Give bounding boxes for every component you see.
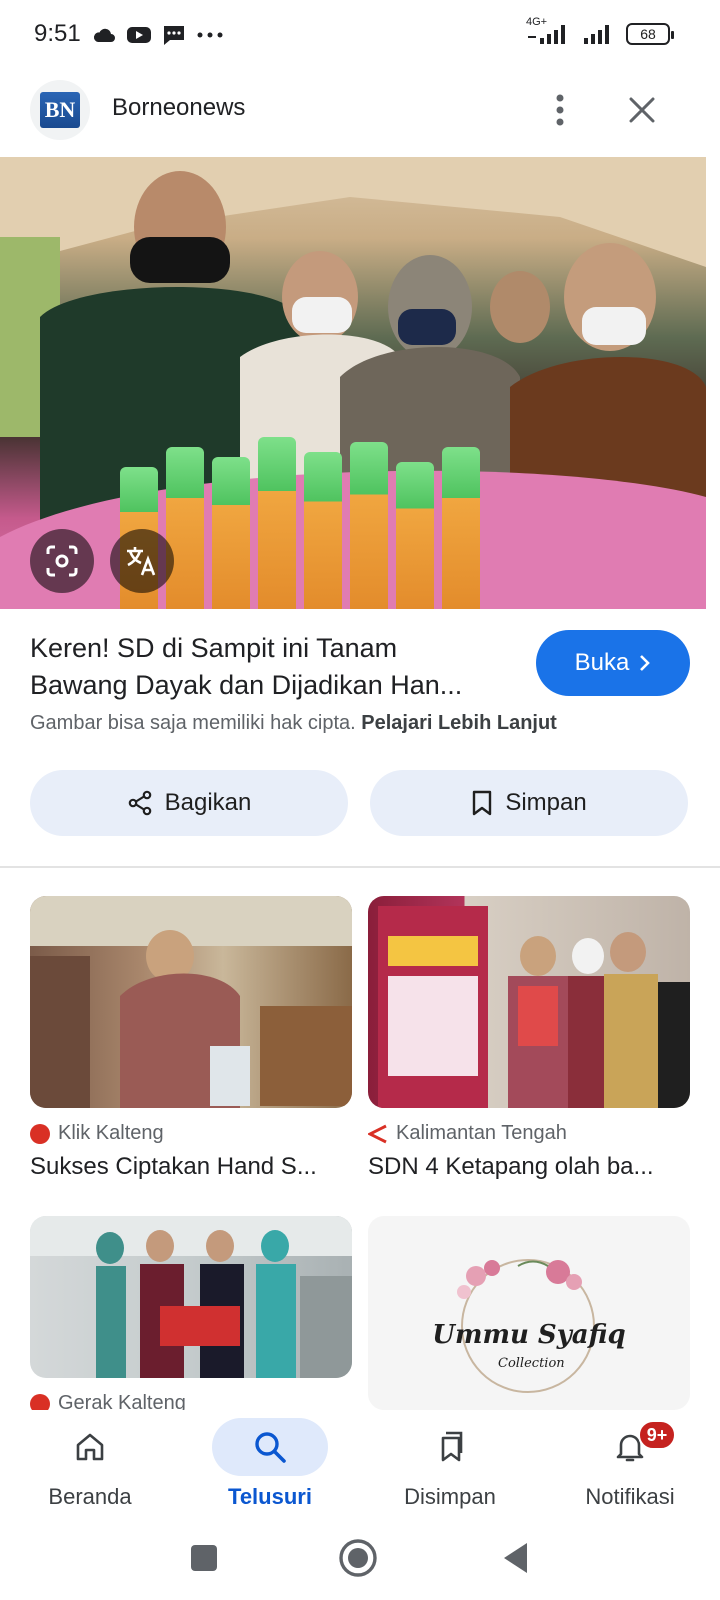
save-button-label: Simpan — [505, 789, 587, 816]
home-system-button[interactable] — [332, 1532, 384, 1584]
bookmarks-icon — [441, 1431, 463, 1462]
save-button[interactable]: Simpan — [370, 770, 688, 836]
bottle — [304, 452, 342, 609]
translate-icon — [127, 547, 156, 576]
nav-label: Notifikasi — [585, 1484, 675, 1509]
card-photo-2 — [378, 906, 690, 1108]
signal-icon — [528, 25, 565, 44]
more-vert-icon — [556, 94, 564, 126]
site-logo[interactable]: BN — [30, 80, 90, 140]
home-icon — [76, 1433, 104, 1461]
related-card[interactable]: Klik Kalteng Sukses Ciptakan Hand S... — [30, 896, 352, 1181]
bottle — [442, 447, 480, 609]
article-title-line-2: Bawang Dayak dan Dijadikan Han... — [30, 670, 463, 700]
status-icons-right: 4G+ 68 — [526, 16, 674, 46]
nav-item-notifications[interactable]: 9+ Notifikasi — [540, 1410, 720, 1520]
circle-home-icon — [339, 1539, 377, 1577]
related-card-source: Klik Kalteng — [30, 1122, 352, 1145]
cell-signal-4g: 4G+ — [526, 16, 572, 46]
bottle — [166, 447, 204, 609]
nav-label: Beranda — [48, 1484, 132, 1509]
related-card[interactable]: Kalimantan Tengah SDN 4 Ketapang olah ba… — [368, 896, 690, 1181]
message-icon — [164, 26, 184, 45]
site-name[interactable]: Borneonews — [112, 94, 245, 122]
card-photo-3 — [30, 1216, 352, 1378]
cloud-icon — [93, 28, 115, 42]
status-icons-left — [92, 24, 224, 46]
status-bar: 9:51 4G+ 68 — [0, 0, 720, 72]
nav-item-saved[interactable]: Disimpan — [360, 1410, 540, 1520]
related-card-title: SDN 4 Ketapang olah ba... — [368, 1153, 654, 1180]
learn-more-link[interactable]: Pelajari Lebih Lanjut — [361, 712, 557, 734]
share-icon — [128, 790, 151, 816]
nav-label: Disimpan — [404, 1484, 496, 1509]
share-button[interactable]: Bagikan — [30, 770, 348, 836]
nav-pill — [32, 1418, 148, 1476]
more-notifications-icon — [197, 32, 223, 38]
bottle — [350, 442, 388, 609]
open-button-label: Buka — [574, 649, 630, 676]
related-card[interactable]: Ummu Syafiq Collection — [368, 1216, 690, 1410]
copyright-notice: Gambar bisa saja memiliki hak cipta. Pel… — [30, 712, 557, 735]
hero-image[interactable] — [0, 157, 706, 609]
system-nav-bar — [0, 1520, 720, 1600]
search-icon — [255, 1432, 286, 1463]
bottle — [258, 437, 296, 609]
related-card-title: Sukses Ciptakan Hand S... — [30, 1153, 317, 1180]
bottle — [396, 462, 434, 609]
notification-badge: 9+ — [638, 1420, 676, 1450]
lens-icon — [46, 545, 78, 577]
bookmark-icon — [473, 790, 492, 816]
related-card[interactable]: Gerak Kalteng — [30, 1216, 352, 1415]
nav-label: Telusuri — [228, 1484, 312, 1509]
nav-item-search[interactable]: Telusuri — [180, 1410, 360, 1520]
logo-subtitle: Collection — [498, 1356, 565, 1371]
article-title-line-1: Keren! SD di Sampit ini Tanam — [30, 633, 398, 663]
nav-item-home[interactable]: Beranda — [0, 1410, 180, 1520]
back-triangle-icon — [504, 1543, 527, 1573]
card-photo-1 — [30, 896, 352, 1108]
header: BN Borneonews — [0, 72, 720, 156]
related-card-image — [368, 896, 690, 1108]
bottom-nav: Beranda Telusuri Disimpan 9+ Notifikasi — [0, 1410, 720, 1520]
square-icon — [191, 1545, 217, 1571]
logo-wordmark: Ummu Syafiq — [432, 1320, 626, 1350]
translate-button[interactable] — [110, 529, 174, 593]
floral-wreath-logo — [457, 1259, 595, 1393]
close-icon — [629, 97, 655, 123]
nav-pill — [212, 1418, 328, 1476]
lens-button[interactable] — [30, 529, 94, 593]
more-options-button[interactable] — [540, 90, 580, 130]
divider — [0, 866, 720, 868]
signal-icon-2 — [584, 25, 609, 44]
nav-pill — [392, 1418, 508, 1476]
close-button[interactable] — [622, 90, 662, 130]
status-time: 9:51 — [34, 20, 81, 47]
recents-button[interactable] — [178, 1532, 230, 1584]
youtube-icon — [127, 27, 151, 43]
source-favicon — [30, 1123, 50, 1144]
source-name: Klik Kalteng — [58, 1122, 164, 1144]
bottle — [212, 457, 250, 609]
related-card-image: Ummu Syafiq Collection — [368, 1216, 690, 1410]
copyright-text: Gambar bisa saja memiliki hak cipta. — [30, 712, 356, 734]
article-title[interactable]: Keren! SD di Sampit ini Tanam Bawang Day… — [30, 630, 510, 704]
related-card-image — [30, 1216, 352, 1378]
source-favicon — [368, 1124, 387, 1143]
related-card-source: Kalimantan Tengah — [368, 1122, 690, 1145]
related-card-image — [30, 896, 352, 1108]
source-name: Kalimantan Tengah — [396, 1122, 567, 1144]
chevron-right-icon — [640, 655, 651, 671]
share-button-label: Bagikan — [164, 789, 252, 816]
hero-bottles — [120, 427, 500, 609]
open-button[interactable]: Buka — [536, 630, 690, 696]
back-button[interactable] — [490, 1532, 542, 1584]
site-logo-mark: BN — [40, 92, 80, 128]
battery-indicator: 68 — [626, 23, 674, 45]
